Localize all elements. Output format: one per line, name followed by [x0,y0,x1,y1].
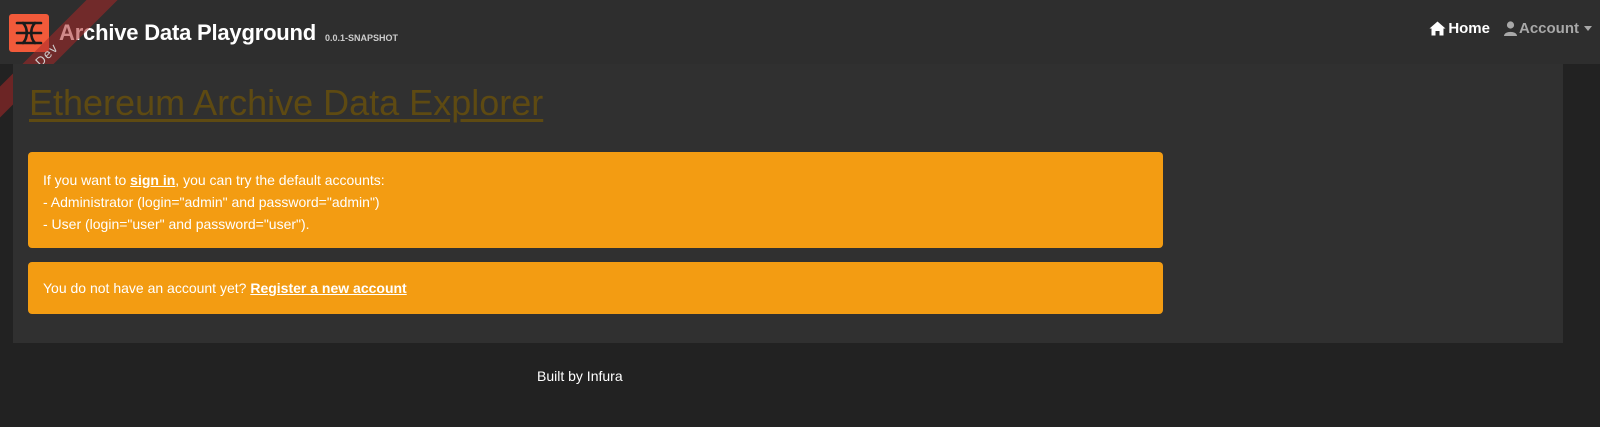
signin-alert-prefix: If you want to [43,172,131,188]
register-alert: You do not have an account yet? Register… [28,262,1163,314]
caret-down-icon [1584,26,1592,31]
version-badge: 0.0.1-SNAPSHOT [325,32,399,43]
signin-alert-suffix: , you can try the default accounts: [175,172,385,188]
nav-account-label: Account [1519,20,1579,37]
brand-title: Archive Data Playground [59,20,317,45]
signin-alert: If you want to sign in, you can try the … [28,152,1163,248]
signin-alert-line: If you want to sign in, you can try the … [43,169,1148,191]
nav-home-link[interactable]: Home [1429,20,1490,37]
sign-in-link[interactable]: sign in [130,172,175,188]
archive-logo-icon [9,14,49,52]
page-title[interactable]: Ethereum Archive Data Explorer [29,82,543,124]
nav-home-label: Home [1448,20,1490,37]
admin-account-hint: - Administrator (login="admin" and passw… [43,194,380,210]
nav-menu: Home Account [1429,20,1592,37]
home-icon [1429,21,1446,36]
nav-account-dropdown[interactable]: Account [1504,20,1592,37]
user-icon [1504,21,1517,36]
register-link[interactable]: Register a new account [250,280,406,296]
navbar: Archive Data Playground 0.0.1-SNAPSHOT D… [0,0,1600,130]
user-account-hint: - User (login="user" and password="user"… [43,216,310,232]
register-alert-text: You do not have an account yet? [43,280,251,296]
footer-text: Built by Infura [537,368,623,384]
brand-link[interactable]: Archive Data Playground 0.0.1-SNAPSHOT [9,14,398,52]
